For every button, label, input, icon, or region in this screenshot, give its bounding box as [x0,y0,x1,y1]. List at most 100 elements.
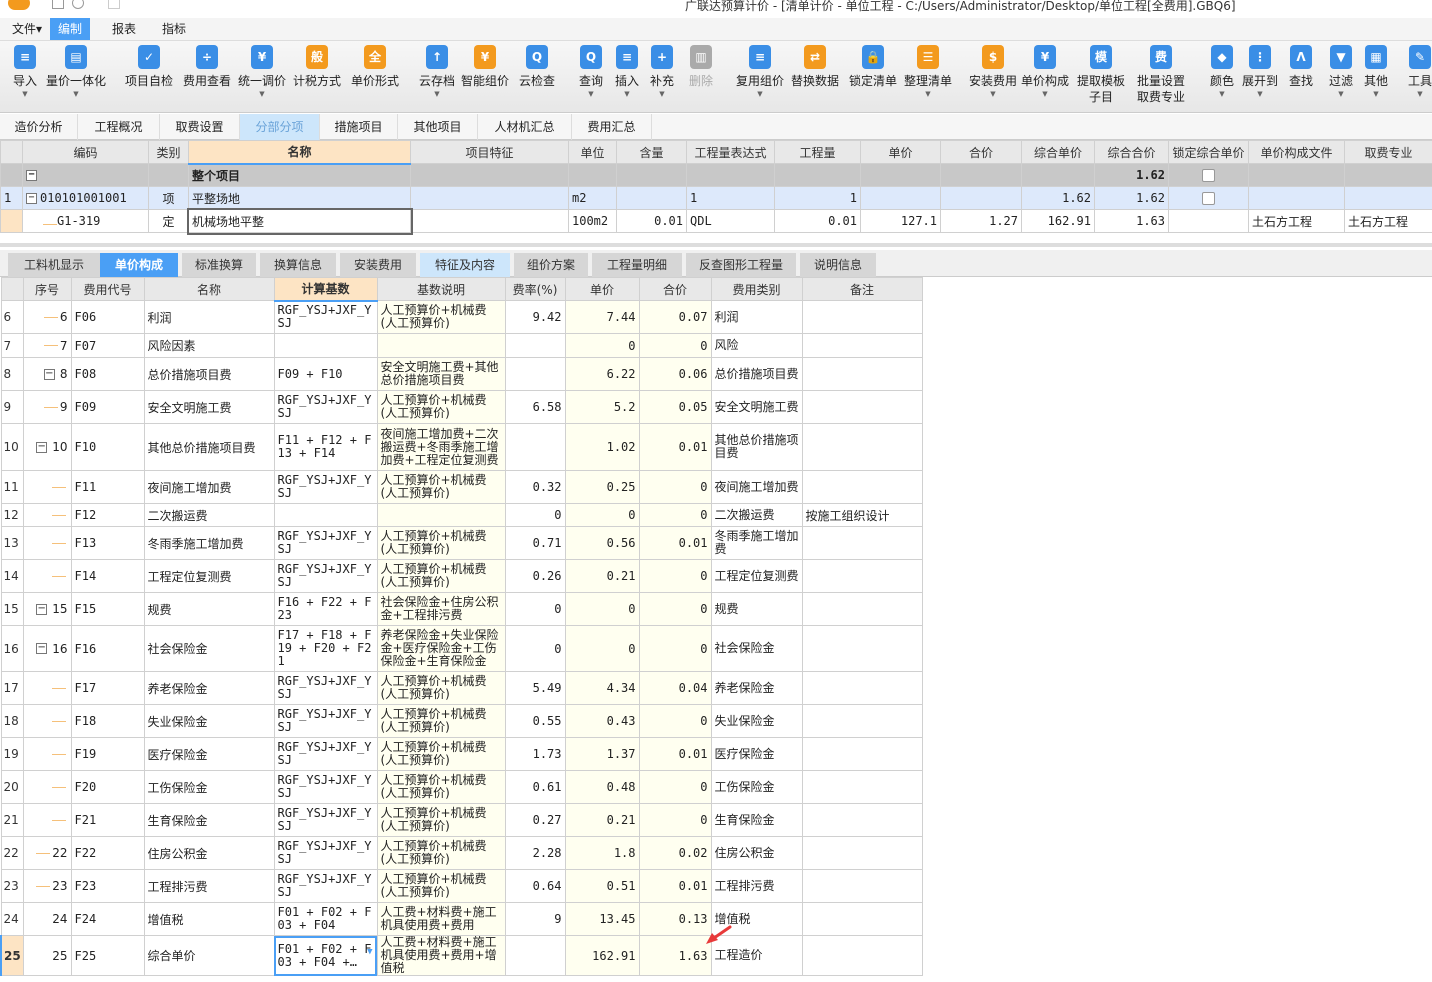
cell-note[interactable] [801,803,923,837]
cell-类别[interactable]: 定 [148,209,189,233]
column-header[interactable]: 单价 [860,140,941,164]
column-header[interactable]: 编码 [22,140,149,164]
cell-cat[interactable]: 医疗保险金 [710,737,803,771]
cell-seq[interactable] [22,503,72,527]
cell-total[interactable]: 0 [638,704,712,738]
cell-rate[interactable]: 0.71 [504,526,566,560]
cell-total[interactable]: 0.07 [638,300,712,334]
bill-row-sub[interactable]: G1-319 定 机械场地平整 100m2 0.01 QDL 0.01 127.1 1.27 16… [0,207,1432,235]
detail-tab-9[interactable]: 说明信息 [800,253,876,277]
cell-cat[interactable]: 工程定位复测费 [710,559,803,593]
fee-row[interactable]: 13 F13 冬雨季施工增加费 RGF_YSJ+JXF_YSJ 人工预算价+机械费(人工… [0,526,923,560]
cell-rate[interactable]: 5.49 [504,671,566,705]
cell-锁定综合单价[interactable] [1168,163,1249,187]
cell-base[interactable]: RGF_YSJ+JXF_YSJ [273,671,378,705]
column-header[interactable]: 工程量 [774,140,861,164]
cell-合价[interactable] [940,163,1022,187]
cell-cat[interactable]: 工程排污费 [710,869,803,903]
column-header[interactable]: 序号 [22,277,72,301]
cell-note[interactable] [801,300,923,334]
cell-price[interactable]: 5.2 [564,390,640,424]
cell-rate[interactable]: 9 [504,902,566,936]
cell-seq[interactable] [22,470,72,504]
cell-工程量表达式[interactable]: 1 [686,186,775,210]
toolbar-button-batch-fee[interactable]: 费批量设置 取费专业 [1131,45,1191,105]
cell-cat[interactable]: 冬雨季施工增加费 [710,526,803,560]
toolbar-button-price-composition[interactable]: ¥ 单价构成 ▼ [1015,45,1075,99]
cell-rate[interactable]: 6.58 [504,390,566,424]
cell-base[interactable]: RGF_YSJ+JXF_YSJ [273,737,378,771]
page-tab-1[interactable]: 工程概况 [78,114,160,140]
toolbar-button-install-fee[interactable]: $ 安装费用 ▼ [963,45,1023,99]
cell-price[interactable]: 7.44 [564,300,640,334]
cell-total[interactable]: 0 [638,559,712,593]
toolbar-button-adjust-price[interactable]: ¥ 统一调价 ▼ [232,45,292,99]
cell-base[interactable]: F16 + F22 + F23 [273,592,378,626]
toolbar-button-template[interactable]: 模提取模板 子目 [1071,45,1131,105]
cell-base[interactable]: RGF_YSJ+JXF_YSJ [273,300,378,334]
cell-note[interactable] [801,836,923,870]
column-header[interactable]: 单价构成文件 [1248,140,1345,164]
cell-total[interactable]: 0.02 [638,836,712,870]
cell-code[interactable]: F11 [70,470,145,504]
cell-total[interactable]: 0 [638,470,712,504]
cell-price[interactable]: 1.8 [564,836,640,870]
cell-base[interactable]: F09 + F10 [273,357,378,391]
cell-note[interactable] [801,770,923,804]
cell-rate[interactable] [504,935,566,976]
cell-seq[interactable]: 25 [22,935,72,976]
cell-note[interactable] [801,671,923,705]
cell-seq[interactable]: 7 [22,333,72,358]
bill-row-all[interactable]: − 整个项目 1.62 [0,163,1432,187]
cell-desc[interactable]: 人工预算价+机械费(人工预算价) [376,526,506,560]
column-header[interactable]: 合价 [638,277,712,301]
cell-seq[interactable] [22,803,72,837]
cell-desc[interactable]: 人工预算价+机械费(人工预算价) [376,770,506,804]
cell-note[interactable] [801,470,923,504]
cell-cat[interactable]: 风险 [710,333,803,358]
cell-name[interactable]: 工程排污费 [143,869,275,903]
cell-code[interactable]: F18 [70,704,145,738]
collapse-icon[interactable]: − [43,368,55,380]
cell-price[interactable]: 0.21 [564,803,640,837]
cell-cat[interactable]: 二次搬运费 [710,503,803,527]
cell-工程量表达式[interactable]: QDL [686,209,775,233]
cell-desc[interactable]: 人工预算价+机械费(人工预算价) [376,737,506,771]
cell-单价[interactable]: 127.1 [860,209,941,233]
cell-price[interactable]: 0.43 [564,704,640,738]
collapse-icon[interactable]: − [36,441,48,453]
fee-row[interactable]: 17 F17 养老保险金 RGF_YSJ+JXF_YSJ 人工预算价+机械费(人工预算价… [0,671,923,705]
cell-base[interactable]: F17 + F18 + F19 + F20 + F21 [273,625,378,672]
cell-base[interactable]: RGF_YSJ+JXF_YSJ [273,704,378,738]
cell-price[interactable]: 0.21 [564,559,640,593]
fee-row[interactable]: 9 9 F09 安全文明施工费 RGF_YSJ+JXF_YSJ 人工预算价+机械费(人工预… [0,390,923,424]
fee-row[interactable]: 22 22 F22 住房公积金 RGF_YSJ+JXF_YSJ 人工预算价+机械费(人工预… [0,836,923,870]
cell-total[interactable]: 0 [638,503,712,527]
collapse-icon[interactable]: − [26,193,37,204]
cell-seq[interactable] [22,704,72,738]
cell-total[interactable]: 0.01 [638,869,712,903]
cell-base[interactable]: RGF_YSJ+JXF_YSJ [273,559,378,593]
detail-tab-3[interactable]: 换算信息 [260,253,336,277]
cell-项目特征[interactable] [410,209,569,233]
cell-cat[interactable]: 工伤保险金 [710,770,803,804]
dropdown-arrow-icon[interactable]: ▼ [367,946,372,959]
cell-seq[interactable] [22,671,72,705]
cell-base[interactable] [273,333,378,358]
column-header[interactable]: 取费专业 [1344,140,1432,164]
cell-price[interactable]: 1.37 [564,737,640,771]
cell-cat[interactable]: 住房公积金 [710,836,803,870]
bill-row-item[interactable]: 1 −010101001001 项 平整场地 m2 1 1 1.62 1.62 [0,186,1432,210]
cell-code[interactable]: F08 [70,357,145,391]
save-icon[interactable] [52,0,64,9]
cell-单位[interactable] [568,163,617,187]
detail-tab-8[interactable]: 反查图形工程量 [686,253,796,277]
cell-cat[interactable]: 社会保险金 [710,625,803,672]
column-header[interactable]: 单价 [564,277,640,301]
cell-price[interactable]: 6.22 [564,357,640,391]
cell-含量[interactable] [616,186,687,210]
cell-note[interactable] [801,737,923,771]
cell-code[interactable]: F13 [70,526,145,560]
cell-code[interactable]: F15 [70,592,145,626]
detail-tab-0[interactable]: 工料机显示 [8,253,100,277]
